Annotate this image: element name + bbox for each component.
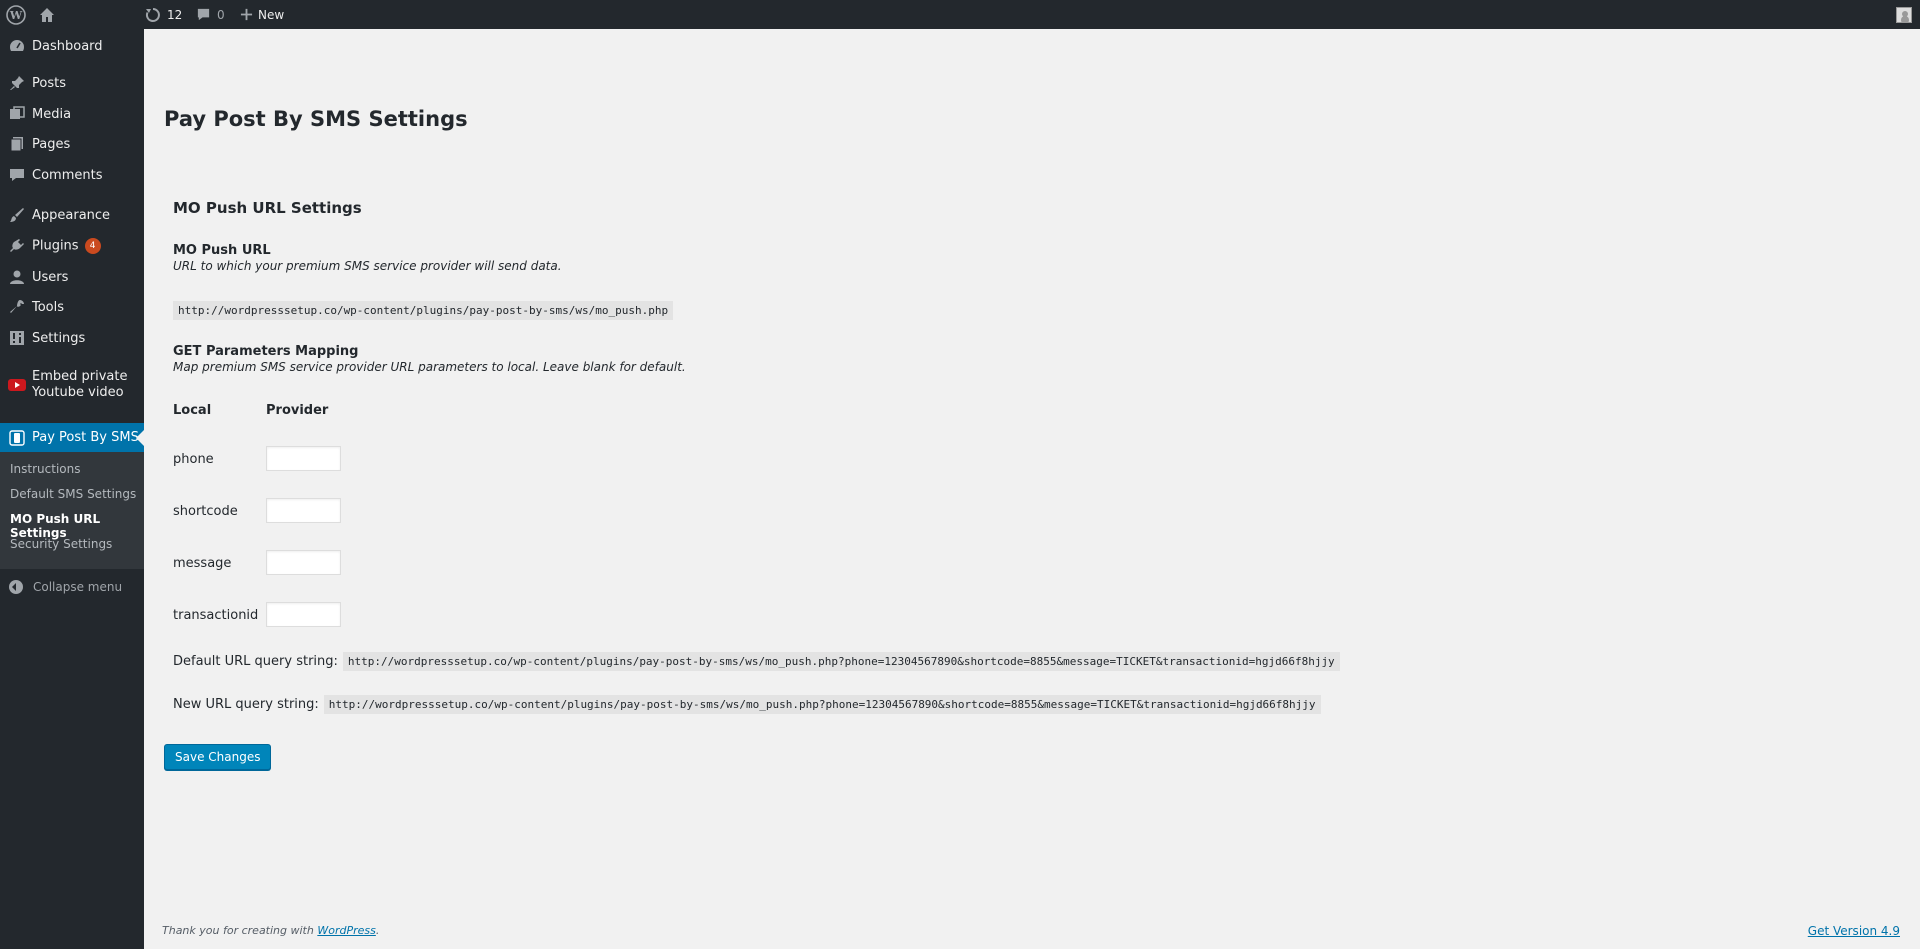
footer-thanks-suffix: .: [375, 924, 380, 937]
page-title: Pay Post By SMS Settings: [164, 107, 468, 131]
updates-count: 12: [167, 7, 183, 22]
save-changes-button[interactable]: Save Changes: [164, 744, 272, 770]
collapse-menu-button[interactable]: Collapse menu: [0, 571, 144, 603]
comments-link[interactable]: 0: [196, 0, 225, 29]
mo-push-url-value: http://wordpresssetup.co/wp-content/plug…: [173, 301, 674, 320]
sidebar-item-label: Users: [32, 269, 69, 285]
footer-wordpress-link[interactable]: WordPress: [317, 924, 376, 937]
get-parameters-mapping-label: GET Parameters Mapping: [173, 344, 359, 359]
mo-push-url-label: MO Push URL: [173, 243, 271, 258]
new-label: New: [258, 7, 285, 22]
sidebar-item-settings[interactable]: Settings: [0, 328, 144, 348]
settings-icon: [8, 329, 26, 347]
admin-bar: W 12 0 New: [0, 0, 1920, 29]
new-content-link[interactable]: New: [240, 0, 284, 29]
sidebar-item-embed-youtube[interactable]: Embed private Youtube video: [0, 368, 144, 402]
sidebar-item-label: Pages: [32, 136, 71, 152]
sidebar-item-label-wrap: Embed private Youtube video: [32, 369, 127, 401]
sidebar-item-users[interactable]: Users: [0, 267, 144, 287]
media-icon: [8, 105, 26, 123]
sidebar-item-pay-post-by-sms[interactable]: Pay Post By SMS: [0, 423, 144, 452]
default-query-string-value: http://wordpresssetup.co/wp-content/plug…: [342, 652, 1340, 671]
get-version-link[interactable]: Get Version 4.9: [1808, 924, 1900, 938]
submenu-item-security-settings[interactable]: Security Settings: [10, 537, 112, 551]
wrench-icon: [8, 298, 26, 316]
provider-transactionid-input[interactable]: [266, 602, 341, 627]
sidebar-item-label: Youtube video: [32, 385, 124, 400]
sidebar-item-dashboard[interactable]: Dashboard: [0, 29, 144, 63]
sidebar-item-appearance[interactable]: Appearance: [0, 205, 144, 225]
user-icon: [8, 268, 26, 286]
sidebar-item-posts[interactable]: Posts: [0, 73, 144, 93]
mo-push-url-description: URL to which your premium SMS service pr…: [173, 259, 562, 273]
svg-text:W: W: [9, 9, 23, 22]
footer-thanks: Thank you for creating with WordPress.: [162, 924, 379, 937]
sidebar-item-comments[interactable]: Comments: [0, 165, 144, 185]
sidebar-item-label: Comments: [32, 167, 103, 183]
section-title: MO Push URL Settings: [173, 199, 362, 217]
new-query-string-value: http://wordpresssetup.co/wp-content/plug…: [323, 695, 1321, 714]
updates-icon: [145, 7, 160, 22]
updates-link[interactable]: 12: [145, 0, 182, 29]
column-header-local: Local: [173, 403, 212, 418]
new-query-string-row: New URL query string: http://wordpressse…: [173, 695, 1321, 714]
wordpress-logo-icon[interactable]: W: [6, 0, 26, 29]
sidebar-item-plugins[interactable]: Plugins 4: [0, 236, 144, 256]
sidebar-item-tools[interactable]: Tools: [0, 297, 144, 317]
home-icon[interactable]: [38, 0, 58, 29]
sidebar-item-label: Tools: [32, 299, 65, 315]
sidebar-item-media[interactable]: Media: [0, 104, 144, 124]
plugin-icon: [8, 237, 26, 255]
sidebar-item-label: Plugins: [32, 238, 79, 254]
new-query-string-label: New URL query string:: [173, 697, 319, 712]
collapse-menu-label: Collapse menu: [33, 580, 123, 594]
sidebar-item-label-wrap: Plugins 4: [32, 238, 101, 254]
submenu-item-mo-push-url-settings[interactable]: MO Push URL Settings: [10, 512, 144, 540]
mapping-local-phone: phone: [173, 452, 214, 467]
plugin-update-badge: 4: [84, 238, 101, 254]
sidebar-item-label: Settings: [32, 330, 86, 346]
collapse-arrow-icon: [9, 580, 23, 594]
provider-shortcode-input[interactable]: [266, 498, 341, 523]
mapping-local-message: message: [173, 556, 232, 571]
sidebar-item-label: Embed private: [32, 369, 128, 384]
mapping-local-shortcode: shortcode: [173, 504, 238, 519]
main-content: Pay Post By SMS Settings MO Push URL Set…: [144, 29, 1920, 949]
default-query-string-label: Default URL query string:: [173, 654, 338, 669]
youtube-icon: [8, 376, 26, 394]
sidebar-item-label: Pay Post By SMS: [32, 430, 139, 445]
phone-icon: [8, 429, 26, 447]
paintbrush-icon: [8, 206, 26, 224]
pages-icon: [8, 135, 26, 153]
provider-message-input[interactable]: [266, 550, 341, 575]
submenu-item-instructions[interactable]: Instructions: [10, 462, 80, 476]
default-query-string-row: Default URL query string: http://wordpre…: [173, 652, 1340, 671]
admin-sidebar: Dashboard Posts Media Pages Comments App…: [0, 29, 144, 949]
sidebar-item-label: Media: [32, 106, 72, 122]
comments-count: 0: [217, 7, 225, 22]
sidebar-item-label: Posts: [32, 75, 66, 91]
comment-icon: [8, 166, 26, 184]
sidebar-item-label: Dashboard: [32, 38, 103, 54]
sidebar-item-pages[interactable]: Pages: [0, 134, 144, 154]
footer-thanks-prefix: Thank you for creating with: [162, 924, 318, 937]
plus-icon: [240, 8, 253, 21]
get-parameters-mapping-description: Map premium SMS service provider URL par…: [173, 360, 686, 374]
pushpin-icon: [8, 74, 26, 92]
provider-phone-input[interactable]: [266, 446, 341, 471]
dashboard-icon: [8, 37, 26, 55]
avatar-icon: [1896, 6, 1912, 23]
user-avatar[interactable]: [1896, 0, 1914, 29]
sidebar-item-label: Appearance: [32, 207, 111, 223]
comment-icon: [197, 8, 210, 21]
submenu-item-default-sms-settings[interactable]: Default SMS Settings: [10, 487, 136, 501]
submenu-pay-post-by-sms: Instructions Default SMS Settings MO Pus…: [0, 452, 144, 569]
column-header-provider: Provider: [266, 403, 329, 418]
mapping-local-transactionid: transactionid: [173, 608, 259, 623]
